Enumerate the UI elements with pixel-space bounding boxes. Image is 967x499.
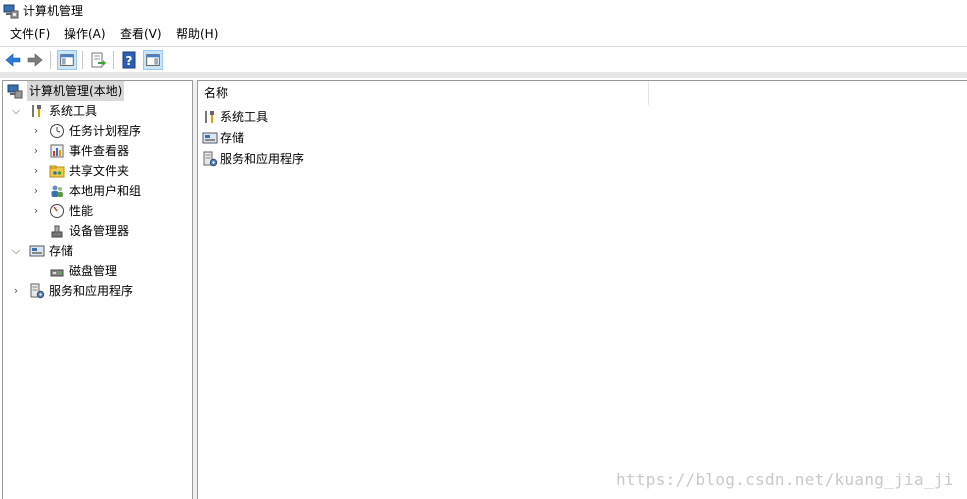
list-item-label: 服务和应用程序 <box>220 152 305 166</box>
event-viewer-icon <box>50 144 64 158</box>
device-manager-icon <box>51 225 63 238</box>
tree-item-local-users-groups[interactable]: › 本地用户和组 <box>7 181 187 201</box>
export-list-icon[interactable] <box>88 50 108 70</box>
tree-item-label: 任务计划程序 <box>69 124 142 138</box>
menu-view[interactable]: 查看(V) <box>118 26 164 42</box>
help-icon[interactable]: ? <box>119 50 139 70</box>
back-arrow-icon[interactable] <box>3 50 23 70</box>
tree-item-performance[interactable]: › 性能 <box>7 201 187 221</box>
window-title: 计算机管理 <box>23 4 84 18</box>
menu-help[interactable]: 帮助(H) <box>174 26 220 42</box>
toolbar-separator <box>113 51 114 69</box>
tree-item-label: 共享文件夹 <box>69 164 130 178</box>
menu-action[interactable]: 操作(A) <box>62 26 108 42</box>
chevron-right-icon[interactable]: › <box>31 181 41 201</box>
computer-management-icon <box>7 84 23 99</box>
users-icon <box>51 185 63 197</box>
tree-item-storage[interactable]: ⌵ 存储 <box>7 241 187 261</box>
show-hide-console-tree-icon[interactable] <box>57 50 77 70</box>
tools-icon <box>32 105 41 117</box>
disk-icon <box>50 269 64 277</box>
tree-item-shared-folders[interactable]: › 共享文件夹 <box>7 161 187 181</box>
toolbar-separator <box>50 51 51 69</box>
console-tree: 计算机管理(本地) ⌵ 系统工具 › 任务计划程序 › 事件查看器 › 共享文件… <box>2 80 193 499</box>
toolbar-divider <box>0 72 967 78</box>
chevron-right-icon[interactable]: › <box>31 201 41 221</box>
storage-icon <box>29 245 45 257</box>
details-list: 名称 系统工具 存储 服务和应用程序 <box>197 80 967 499</box>
column-header-name[interactable]: 名称 <box>198 81 649 105</box>
watermark: https://blog.csdn.net/kuang_jia_ji <box>616 470 954 489</box>
tree-item-label: 服务和应用程序 <box>49 284 134 298</box>
computer-management-icon <box>3 4 19 19</box>
services-icon <box>203 151 218 167</box>
storage-icon <box>202 132 218 144</box>
tree-item-label: 存储 <box>49 244 74 258</box>
list-item-label: 存储 <box>220 131 245 145</box>
tree-item-label: 系统工具 <box>49 104 98 118</box>
menu-bar: 文件(F) 操作(A) 查看(V) 帮助(H) <box>0 24 967 44</box>
chevron-right-icon[interactable]: › <box>31 141 41 161</box>
tree-item-label: 本地用户和组 <box>69 184 142 198</box>
tree-item-label: 事件查看器 <box>69 144 130 158</box>
toolbar: ? <box>0 46 967 73</box>
chevron-down-icon[interactable]: ⌵ <box>11 241 21 261</box>
tree-item-disk-management[interactable]: 磁盘管理 <box>7 261 187 281</box>
toolbar-separator <box>82 51 83 69</box>
tools-icon <box>205 111 214 123</box>
chevron-down-icon[interactable]: ⌵ <box>11 101 21 121</box>
services-icon <box>30 283 45 299</box>
chevron-right-icon[interactable]: › <box>11 281 21 301</box>
svg-text:?: ? <box>126 54 133 68</box>
list-item-label: 系统工具 <box>220 110 269 124</box>
tree-item-label: 计算机管理(本地) <box>27 81 125 101</box>
tree-item-device-manager[interactable]: 设备管理器 <box>7 221 187 241</box>
tree-item-label: 设备管理器 <box>69 224 130 238</box>
tree-item-services-apps[interactable]: › 服务和应用程序 <box>7 281 187 301</box>
clock-icon <box>50 124 64 138</box>
tree-item-task-scheduler[interactable]: › 任务计划程序 <box>7 121 187 141</box>
column-header-label: 名称 <box>204 86 229 100</box>
tree-item-event-viewer[interactable]: › 事件查看器 <box>7 141 187 161</box>
tree-item-system-tools[interactable]: ⌵ 系统工具 <box>7 101 187 121</box>
tree-item-label: 磁盘管理 <box>69 264 118 278</box>
tree-item-root[interactable]: 计算机管理(本地) <box>7 81 187 101</box>
chevron-right-icon[interactable]: › <box>31 161 41 181</box>
show-hide-action-pane-icon[interactable] <box>143 50 163 70</box>
tree-item-label: 性能 <box>69 204 94 218</box>
chevron-right-icon[interactable]: › <box>31 121 41 141</box>
title-bar: 计算机管理 <box>0 0 967 22</box>
menu-file[interactable]: 文件(F) <box>8 26 52 42</box>
forward-arrow-icon[interactable] <box>25 50 45 70</box>
shared-folder-icon <box>49 165 65 178</box>
performance-gauge-icon <box>50 204 64 218</box>
